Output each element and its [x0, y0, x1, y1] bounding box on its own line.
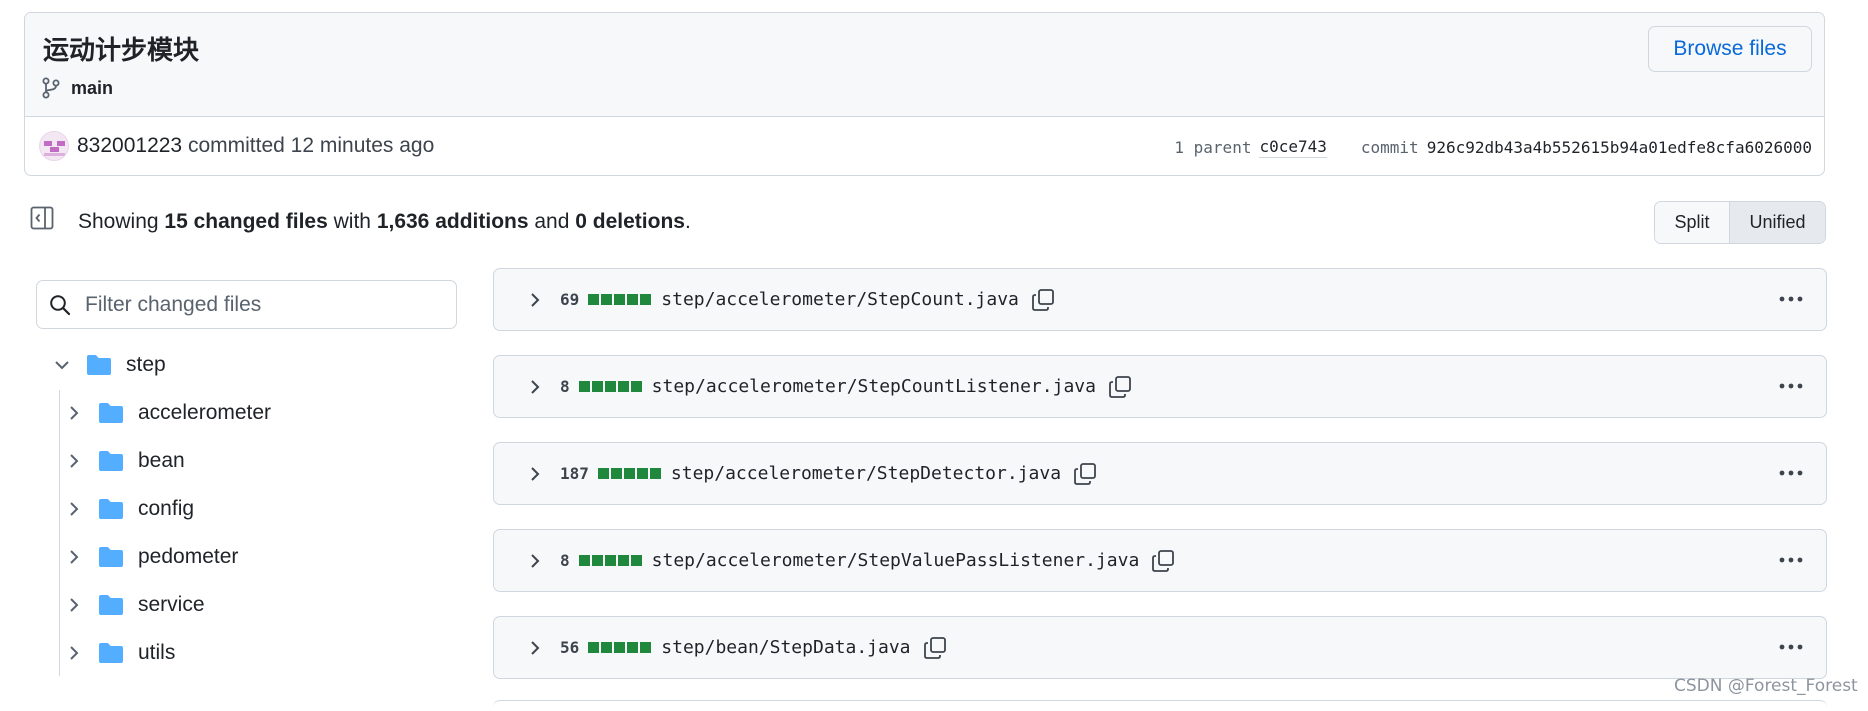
diff-view-toggle: Split Unified	[1654, 201, 1826, 244]
diffstat	[578, 381, 642, 392]
chevron-right-icon	[70, 502, 79, 516]
next-file-diff-edge	[493, 700, 1827, 711]
copy-icon[interactable]	[1151, 549, 1175, 573]
commit-sha: 926c92db43a4b552615b94a01edfe8cfa6026000	[1426, 138, 1812, 157]
tree-item-label: accelerometer	[138, 401, 272, 424]
chevron-right-icon	[70, 406, 79, 420]
chevron-right-icon[interactable]	[526, 552, 544, 570]
tree-item-label: bean	[138, 449, 185, 472]
chevron-right-icon	[70, 646, 79, 660]
commit-author-line: 832001223 committed 12 minutes ago	[77, 134, 434, 158]
tree-item-label: service	[138, 593, 205, 616]
copy-icon[interactable]	[1031, 288, 1055, 312]
unified-view-button[interactable]: Unified	[1730, 202, 1825, 243]
parent-sha-link[interactable]: c0ce743	[1259, 137, 1327, 158]
author-link[interactable]: 832001223	[77, 134, 182, 157]
chevron-right-icon	[70, 598, 79, 612]
commit-label: commit	[1360, 138, 1419, 157]
tree-item-label: config	[138, 497, 195, 520]
split-view-button[interactable]: Split	[1655, 202, 1730, 243]
folder-icon	[87, 355, 111, 375]
tree-guide-line	[59, 390, 60, 676]
diffstat	[588, 642, 652, 653]
file-path-link[interactable]: step/accelerometer/StepCount.java	[661, 289, 1019, 310]
copy-icon[interactable]	[1108, 375, 1132, 399]
file-diff-header: 8 step/accelerometer/StepCountListener.j…	[493, 355, 1827, 418]
tree-item-label: pedometer	[138, 545, 239, 568]
folder-icon	[99, 499, 123, 519]
branch-name: main	[71, 77, 114, 98]
summary-suffix: .	[684, 210, 691, 233]
folder-icon	[99, 451, 123, 471]
more-options-icon[interactable]	[1778, 463, 1804, 483]
tree-item-service[interactable]: service	[64, 581, 205, 629]
changed-files-count: 15 changed files	[164, 210, 328, 233]
chevron-right-icon[interactable]	[526, 465, 544, 483]
chevron-down-icon	[55, 361, 69, 370]
additions-count: 1,636 additions	[376, 210, 529, 233]
chevron-right-icon[interactable]	[526, 639, 544, 657]
lines-changed-count: 8	[560, 377, 570, 396]
tree-item-config[interactable]: config	[64, 485, 194, 533]
tree-item-accelerometer[interactable]: accelerometer	[64, 389, 271, 437]
watermark: CSDN @Forest_Forest	[1674, 676, 1858, 696]
commit-meta-row: 832001223 committed 12 minutes ago 1 par…	[25, 117, 1824, 175]
lines-changed-count: 187	[560, 464, 589, 483]
copy-icon[interactable]	[923, 636, 947, 660]
more-options-icon[interactable]	[1778, 289, 1804, 309]
lines-changed-count: 69	[560, 290, 580, 309]
more-options-icon[interactable]	[1778, 376, 1804, 396]
summary-prefix: Showing	[78, 210, 165, 233]
chevron-right-icon[interactable]	[526, 291, 544, 309]
diffstat	[588, 294, 652, 305]
file-diff-header: 8 step/accelerometer/StepValuePassListen…	[493, 529, 1827, 592]
more-options-icon[interactable]	[1778, 637, 1804, 657]
folder-icon	[99, 403, 123, 423]
lines-changed-count: 56	[560, 638, 580, 657]
diff-summary: Showing 15 changed files with 1,636 addi…	[78, 210, 691, 234]
commit-sha-info: 1 parent c0ce743 commit 926c92db43a4b552…	[1174, 137, 1812, 158]
search-icon	[50, 294, 71, 315]
tree-item-label: utils	[138, 641, 176, 664]
tree-item-label: step	[126, 353, 166, 376]
tree-item-utils[interactable]: utils	[64, 629, 175, 677]
branch-indicator[interactable]: main	[41, 77, 113, 99]
commit-time-text: committed 12 minutes ago	[187, 134, 435, 157]
filter-changed-files	[36, 280, 457, 329]
filter-input[interactable]	[83, 291, 447, 318]
copy-icon[interactable]	[1073, 462, 1097, 486]
browse-files-button[interactable]: Browse files	[1648, 26, 1812, 72]
file-diff-header: 69 step/accelerometer/StepCount.java	[493, 268, 1827, 331]
chevron-right-icon[interactable]	[526, 378, 544, 396]
chevron-right-icon	[70, 454, 79, 468]
file-path-link[interactable]: step/accelerometer/StepValuePassListener…	[652, 550, 1140, 571]
folder-icon	[99, 643, 123, 663]
deletions-count: 0 deletions	[575, 210, 685, 233]
sidebar-collapse-icon[interactable]	[30, 206, 54, 230]
folder-icon	[99, 595, 123, 615]
file-path-link[interactable]: step/accelerometer/StepDetector.java	[671, 463, 1061, 484]
file-diff-header: 56 step/bean/StepData.java	[493, 616, 1827, 679]
diffstat	[597, 468, 661, 479]
commit-title: 运动计步模块	[43, 36, 200, 66]
diffstat	[578, 555, 642, 566]
tree-item-pedometer[interactable]: pedometer	[64, 533, 238, 581]
tree-item-bean[interactable]: bean	[64, 437, 185, 485]
more-options-icon[interactable]	[1778, 550, 1804, 570]
git-branch-icon	[42, 77, 60, 99]
summary-with: with	[327, 210, 377, 233]
file-path-link[interactable]: step/accelerometer/StepCountListener.jav…	[652, 376, 1096, 397]
lines-changed-count: 8	[560, 551, 570, 570]
avatar[interactable]	[39, 131, 69, 161]
folder-icon	[99, 547, 123, 567]
commit-header-top: 运动计步模块 main Browse files	[25, 13, 1824, 117]
chevron-right-icon	[70, 550, 79, 564]
tree-item-step[interactable]: step	[52, 341, 166, 389]
commit-header: 运动计步模块 main Browse files 832001223 commi…	[24, 12, 1825, 176]
summary-and: and	[528, 210, 576, 233]
file-path-link[interactable]: step/bean/StepData.java	[661, 637, 910, 658]
file-diff-header: 187 step/accelerometer/StepDetector.java	[493, 442, 1827, 505]
parent-label: 1 parent	[1174, 138, 1252, 157]
